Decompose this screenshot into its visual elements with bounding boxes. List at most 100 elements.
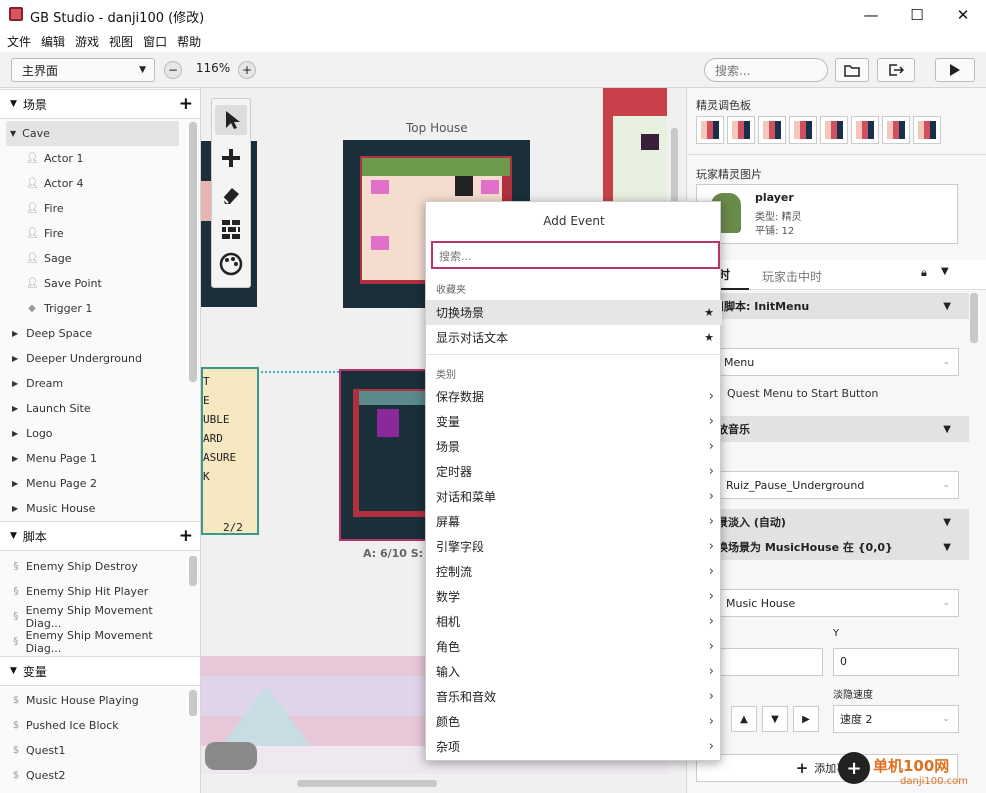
scripts-scrollbar[interactable] [189, 556, 197, 586]
variable-item[interactable]: $ Pushed Ice Block [0, 713, 186, 738]
scene-item[interactable]: ▶ Music House [0, 496, 186, 521]
menu-window[interactable]: 窗口 [143, 33, 167, 50]
script-select[interactable]: Menu ⌄ [717, 348, 959, 376]
event-category[interactable]: 控制流 › [426, 559, 722, 584]
sprite-palette-swatch[interactable] [913, 116, 941, 144]
event-category[interactable]: 屏幕 › [426, 509, 722, 534]
script-item[interactable]: § Enemy Ship Movement Diag... [0, 604, 186, 630]
zoom-in-button[interactable]: + [238, 61, 256, 79]
actor-sprite[interactable] [371, 236, 389, 250]
menu-game[interactable]: 游戏 [75, 33, 99, 50]
select-tool[interactable] [215, 105, 247, 135]
event-category[interactable]: 音乐和音效 › [426, 684, 722, 709]
event-category[interactable]: 对话和菜单 › [426, 484, 722, 509]
lock-icon[interactable]: 🔒︎ [921, 266, 927, 280]
scene-item[interactable]: ▶ Deeper Underground [0, 346, 186, 371]
sprite-palette-swatch[interactable] [820, 116, 848, 144]
actor-sprite[interactable] [641, 134, 659, 150]
zoom-out-button[interactable]: − [164, 61, 182, 79]
sprite-palette-swatch[interactable] [882, 116, 910, 144]
x-input[interactable] [717, 648, 823, 676]
maximize-button[interactable]: ☐ [894, 0, 940, 30]
star-icon[interactable]: ★ [704, 306, 714, 319]
actor-item[interactable]: 👤︎ Fire [0, 196, 186, 221]
panel-scrollbar[interactable] [970, 293, 978, 343]
scene-item[interactable]: ▶ Dream [0, 371, 186, 396]
search-input[interactable]: 搜索... [704, 58, 828, 82]
event-option-change-scene[interactable]: 切换场景 ★ [426, 300, 722, 325]
scene-menu-page[interactable]: T E UBLE ARD ASURE K 2/2 [201, 367, 259, 535]
scene-item-cave[interactable]: ▼ Cave [6, 121, 179, 146]
sprite-palette-swatch[interactable] [696, 116, 724, 144]
sprite-palette-swatch[interactable] [851, 116, 879, 144]
actor-sprite[interactable] [455, 176, 473, 196]
chevron-down-icon[interactable]: ▼ [941, 266, 949, 277]
event-category[interactable]: 杂项 › [426, 734, 722, 759]
fade-speed-select[interactable]: 速度 2 ⌄ [833, 705, 959, 733]
sprite-palette-swatch[interactable] [727, 116, 755, 144]
script-item[interactable]: § Enemy Ship Movement Diag... [0, 629, 186, 655]
actor-item[interactable]: ◆ Trigger 1 [0, 296, 186, 321]
variable-item[interactable]: $ Music House Playing [0, 688, 186, 713]
event-category[interactable]: 相机 › [426, 609, 722, 634]
export-button[interactable] [877, 58, 915, 82]
event-category[interactable]: 引擎字段 › [426, 534, 722, 559]
event-category[interactable]: 保存数据 › [426, 384, 722, 409]
menu-view[interactable]: 视图 [109, 33, 133, 50]
actor-sprite[interactable] [481, 180, 499, 194]
player-sprite-card[interactable]: player 类型: 精灵 平铺: 12 [696, 184, 958, 244]
view-select[interactable]: 主界面 ▼ [11, 58, 155, 82]
actor-item[interactable]: 👤︎ Actor 4 [0, 171, 186, 196]
collision-tool[interactable] [215, 214, 247, 244]
scene-item[interactable]: ▶ Logo [0, 421, 186, 446]
star-icon[interactable]: ★ [704, 331, 714, 344]
music-select[interactable]: Ruiz_Pause_Underground ⌄ [717, 471, 959, 499]
scene-select[interactable]: Music House ⌄ [717, 589, 959, 617]
canvas-scrollbar-horizontal[interactable] [297, 780, 437, 787]
variable-item[interactable]: $ Quest1 [0, 738, 186, 763]
menu-help[interactable]: 帮助 [177, 33, 201, 50]
actor-item[interactable]: 👤︎ Sage [0, 246, 186, 271]
scene-item[interactable]: ▶ Menu Page 2 [0, 471, 186, 496]
script-item[interactable]: § Enemy Ship Hit Player [0, 579, 186, 604]
variables-scrollbar[interactable] [189, 690, 197, 716]
variables-section-header[interactable]: ▼ 变量 [0, 656, 200, 686]
event-category[interactable]: 定时器 › [426, 459, 722, 484]
actor-item[interactable]: 👤︎ Save Point [0, 271, 186, 296]
event-header[interactable]: 换场景为 MusicHouse 在 {0,0} ▼ [687, 534, 969, 560]
actor-sprite[interactable] [205, 742, 257, 770]
event-category[interactable]: 角色 › [426, 634, 722, 659]
sprite-palette-swatch[interactable] [789, 116, 817, 144]
event-category[interactable]: 颜色 › [426, 709, 722, 734]
add-script-button[interactable]: + [179, 526, 193, 546]
event-option-display-dialogue[interactable]: 显示对话文本 ★ [426, 325, 722, 350]
event-category[interactable]: 数学 › [426, 584, 722, 609]
event-category[interactable]: 场景 › [426, 434, 722, 459]
y-input[interactable]: 0 [833, 648, 959, 676]
actor-item[interactable]: 👤︎ Fire [0, 221, 186, 246]
actor-item[interactable]: 👤︎ Actor 1 [0, 146, 186, 171]
scene-item[interactable]: ▶ Launch Site [0, 396, 186, 421]
actor-sprite[interactable] [377, 409, 399, 437]
actor-sprite[interactable] [371, 180, 389, 194]
script-item[interactable]: § Enemy Ship Destroy [0, 554, 186, 579]
scene-item[interactable]: ▶ Menu Page 1 [0, 446, 186, 471]
direction-right-button[interactable]: ▶ [793, 706, 819, 732]
eraser-tool[interactable] [215, 179, 247, 209]
add-tool[interactable] [215, 143, 247, 173]
event-header[interactable]: 用脚本: InitMenu ▼ [687, 293, 969, 319]
sprite-palette-swatch[interactable] [758, 116, 786, 144]
color-tool[interactable] [215, 249, 247, 279]
open-folder-button[interactable] [835, 58, 869, 82]
menu-file[interactable]: 文件 [7, 33, 31, 50]
event-category[interactable]: 输入 › [426, 659, 722, 684]
scenes-section-header[interactable]: ▼ 场景 + [0, 89, 200, 119]
direction-up-button[interactable]: ▲ [731, 706, 757, 732]
scene-item[interactable]: ▶ Deep Space [0, 321, 186, 346]
menu-edit[interactable]: 编辑 [41, 33, 65, 50]
add-scene-button[interactable]: + [179, 94, 193, 114]
direction-down-button[interactable]: ▼ [762, 706, 788, 732]
event-header[interactable]: 景淡入 (自动) ▼ [687, 509, 969, 535]
close-button[interactable]: ✕ [940, 0, 986, 30]
event-category[interactable]: 变量 › [426, 409, 722, 434]
